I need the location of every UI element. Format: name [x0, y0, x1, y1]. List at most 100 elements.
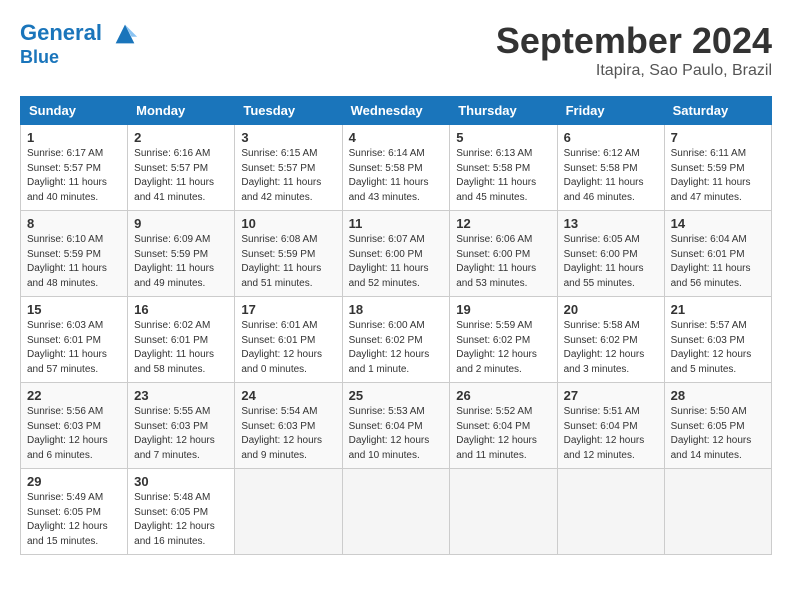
calendar-cell: 18Sunrise: 6:00 AMSunset: 6:02 PMDayligh…: [342, 297, 450, 383]
day-info: Sunrise: 5:54 AMSunset: 6:03 PMDaylight:…: [241, 405, 335, 463]
calendar-week-3: 15Sunrise: 6:03 AMSunset: 6:01 PMDayligh…: [21, 297, 772, 383]
day-number: 28: [671, 388, 765, 403]
calendar-cell: 14Sunrise: 6:04 AMSunset: 6:01 PMDayligh…: [664, 211, 771, 297]
day-number: 10: [241, 216, 335, 231]
day-info: Sunrise: 5:49 AMSunset: 6:05 PMDaylight:…: [27, 491, 121, 549]
calendar-cell: 29 Sunrise: 5:49 AMSunset: 6:05 PMDayligh…: [21, 469, 128, 555]
day-number: 20: [564, 302, 658, 317]
day-number: 26: [456, 388, 550, 403]
day-info: Sunrise: 6:00 AMSunset: 6:02 PMDaylight:…: [349, 319, 444, 377]
location: Itapira, Sao Paulo, Brazil: [496, 62, 772, 80]
calendar-cell: 6Sunrise: 6:12 AMSunset: 5:58 PMDaylight…: [557, 125, 664, 211]
day-info: Sunrise: 6:09 AMSunset: 5:59 PMDaylight:…: [134, 233, 228, 291]
day-info: Sunrise: 6:16 AMSunset: 5:57 PMDaylight:…: [134, 147, 228, 205]
day-info: Sunrise: 6:14 AMSunset: 5:58 PMDaylight:…: [349, 147, 444, 205]
calendar-cell: 22 Sunrise: 5:56 AMSunset: 6:03 PMDayligh…: [21, 383, 128, 469]
logo-icon: [111, 20, 139, 48]
day-number: 27: [564, 388, 658, 403]
day-number: 11: [349, 216, 444, 231]
day-info: Sunrise: 6:08 AMSunset: 5:59 PMDaylight:…: [241, 233, 335, 291]
calendar-cell: 28 Sunrise: 5:50 AMSunset: 6:05 PMDayligh…: [664, 383, 771, 469]
calendar-cell: 9 Sunrise: 6:09 AMSunset: 5:59 PMDaylight…: [128, 211, 235, 297]
calendar-week-4: 22 Sunrise: 5:56 AMSunset: 6:03 PMDayligh…: [21, 383, 772, 469]
calendar-cell: 23 Sunrise: 5:55 AMSunset: 6:03 PMDayligh…: [128, 383, 235, 469]
day-number: 19: [456, 302, 550, 317]
calendar-cell: [664, 469, 771, 555]
day-number: 25: [349, 388, 444, 403]
day-number: 23: [134, 388, 228, 403]
logo-blue: Blue: [20, 48, 139, 68]
calendar-cell: 5 Sunrise: 6:13 AMSunset: 5:58 PMDaylight…: [450, 125, 557, 211]
day-info: Sunrise: 6:05 AMSunset: 6:00 PMDaylight:…: [564, 233, 658, 291]
calendar-cell: 25 Sunrise: 5:53 AMSunset: 6:04 PMDayligh…: [342, 383, 450, 469]
calendar-cell: 7 Sunrise: 6:11 AMSunset: 5:59 PMDaylight…: [664, 125, 771, 211]
day-info: Sunrise: 6:07 AMSunset: 6:00 PMDaylight:…: [349, 233, 444, 291]
calendar-cell: 20 Sunrise: 5:58 AMSunset: 6:02 PMDayligh…: [557, 297, 664, 383]
calendar-cell: 1Sunrise: 6:17 AMSunset: 5:57 PMDaylight…: [21, 125, 128, 211]
calendar-cell: 4Sunrise: 6:14 AMSunset: 5:58 PMDaylight…: [342, 125, 450, 211]
page-header: General Blue September 2024 Itapira, Sao…: [20, 20, 772, 80]
day-info: Sunrise: 5:55 AMSunset: 6:03 PMDaylight:…: [134, 405, 228, 463]
header-friday: Friday: [557, 97, 664, 125]
calendar-cell: 12Sunrise: 6:06 AMSunset: 6:00 PMDayligh…: [450, 211, 557, 297]
day-number: 9: [134, 216, 228, 231]
calendar-cell: 17 Sunrise: 6:01 AMSunset: 6:01 PMDayligh…: [235, 297, 342, 383]
day-number: 1: [27, 130, 121, 145]
day-info: Sunrise: 5:59 AMSunset: 6:02 PMDaylight:…: [456, 319, 550, 377]
day-info: Sunrise: 6:04 AMSunset: 6:01 PMDaylight:…: [671, 233, 765, 291]
calendar-table: SundayMondayTuesdayWednesdayThursdayFrid…: [20, 96, 772, 555]
calendar-cell: [342, 469, 450, 555]
calendar-cell: 2 Sunrise: 6:16 AMSunset: 5:57 PMDaylight…: [128, 125, 235, 211]
calendar-cell: 16Sunrise: 6:02 AMSunset: 6:01 PMDayligh…: [128, 297, 235, 383]
day-number: 22: [27, 388, 121, 403]
day-info: Sunrise: 6:13 AMSunset: 5:58 PMDaylight:…: [456, 147, 550, 205]
day-info: Sunrise: 6:11 AMSunset: 5:59 PMDaylight:…: [671, 147, 765, 205]
month-title: September 2024: [496, 20, 772, 62]
calendar-week-5: 29 Sunrise: 5:49 AMSunset: 6:05 PMDayligh…: [21, 469, 772, 555]
day-info: Sunrise: 6:10 AMSunset: 5:59 PMDaylight:…: [27, 233, 121, 291]
day-info: Sunrise: 6:06 AMSunset: 6:00 PMDaylight:…: [456, 233, 550, 291]
day-number: 29: [27, 474, 121, 489]
day-info: Sunrise: 5:58 AMSunset: 6:02 PMDaylight:…: [564, 319, 658, 377]
calendar-header-row: SundayMondayTuesdayWednesdayThursdayFrid…: [21, 97, 772, 125]
calendar-cell: 3 Sunrise: 6:15 AMSunset: 5:57 PMDaylight…: [235, 125, 342, 211]
day-info: Sunrise: 5:50 AMSunset: 6:05 PMDaylight:…: [671, 405, 765, 463]
calendar-week-1: 1Sunrise: 6:17 AMSunset: 5:57 PMDaylight…: [21, 125, 772, 211]
day-info: Sunrise: 5:51 AMSunset: 6:04 PMDaylight:…: [564, 405, 658, 463]
day-info: Sunrise: 5:53 AMSunset: 6:04 PMDaylight:…: [349, 405, 444, 463]
calendar-cell: 26 Sunrise: 5:52 AMSunset: 6:04 PMDayligh…: [450, 383, 557, 469]
header-sunday: Sunday: [21, 97, 128, 125]
day-info: Sunrise: 5:52 AMSunset: 6:04 PMDaylight:…: [456, 405, 550, 463]
day-info: Sunrise: 5:56 AMSunset: 6:03 PMDaylight:…: [27, 405, 121, 463]
day-info: Sunrise: 5:57 AMSunset: 6:03 PMDaylight:…: [671, 319, 765, 377]
calendar-cell: 21Sunrise: 5:57 AMSunset: 6:03 PMDayligh…: [664, 297, 771, 383]
day-number: 7: [671, 130, 765, 145]
day-number: 13: [564, 216, 658, 231]
header-monday: Monday: [128, 97, 235, 125]
calendar-cell: [557, 469, 664, 555]
day-info: Sunrise: 6:12 AMSunset: 5:58 PMDaylight:…: [564, 147, 658, 205]
day-number: 3: [241, 130, 335, 145]
logo: General Blue: [20, 20, 139, 68]
day-number: 8: [27, 216, 121, 231]
day-info: Sunrise: 6:02 AMSunset: 6:01 PMDaylight:…: [134, 319, 228, 377]
day-number: 24: [241, 388, 335, 403]
header-thursday: Thursday: [450, 97, 557, 125]
header-tuesday: Tuesday: [235, 97, 342, 125]
day-number: 5: [456, 130, 550, 145]
calendar-cell: 15Sunrise: 6:03 AMSunset: 6:01 PMDayligh…: [21, 297, 128, 383]
calendar-cell: 27 Sunrise: 5:51 AMSunset: 6:04 PMDayligh…: [557, 383, 664, 469]
calendar-cell: 30Sunrise: 5:48 AMSunset: 6:05 PMDayligh…: [128, 469, 235, 555]
day-number: 17: [241, 302, 335, 317]
calendar-cell: [450, 469, 557, 555]
day-info: Sunrise: 6:03 AMSunset: 6:01 PMDaylight:…: [27, 319, 121, 377]
day-info: Sunrise: 6:15 AMSunset: 5:57 PMDaylight:…: [241, 147, 335, 205]
title-block: September 2024 Itapira, Sao Paulo, Brazi…: [496, 20, 772, 80]
calendar-week-2: 8 Sunrise: 6:10 AMSunset: 5:59 PMDaylight…: [21, 211, 772, 297]
day-info: Sunrise: 5:48 AMSunset: 6:05 PMDaylight:…: [134, 491, 228, 549]
header-saturday: Saturday: [664, 97, 771, 125]
calendar-cell: [235, 469, 342, 555]
day-number: 2: [134, 130, 228, 145]
day-info: Sunrise: 6:01 AMSunset: 6:01 PMDaylight:…: [241, 319, 335, 377]
calendar-cell: 19 Sunrise: 5:59 AMSunset: 6:02 PMDayligh…: [450, 297, 557, 383]
